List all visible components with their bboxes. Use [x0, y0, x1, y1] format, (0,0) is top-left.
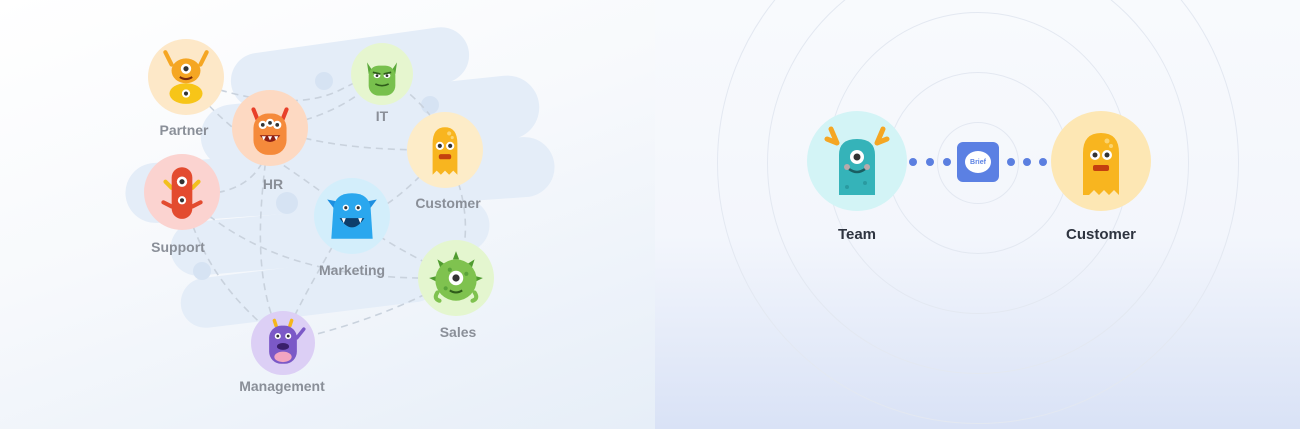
support-avatar[interactable]	[144, 154, 220, 230]
marketing-label: Marketing	[318, 262, 386, 278]
partner-avatar[interactable]	[148, 39, 224, 115]
team-avatar[interactable]	[807, 111, 907, 211]
connector-dot	[943, 158, 951, 166]
support-label: Support	[151, 239, 205, 255]
management-avatar[interactable]	[251, 311, 315, 375]
red-monster-icon	[161, 167, 203, 219]
orange-monster-icon	[251, 107, 289, 155]
marketing-avatar[interactable]	[314, 178, 390, 254]
yellow-stacked-monster-icon	[163, 50, 209, 104]
yellow-blob-monster-icon	[1083, 133, 1119, 195]
green-horned-monster-icon	[367, 62, 397, 96]
sales-label: Sales	[439, 324, 477, 340]
purple-monster-icon	[269, 318, 306, 364]
team-network-panel: Partner HR IT Customer Support Marketing…	[0, 0, 655, 429]
yellow-blob-monster-icon	[432, 127, 458, 175]
brief-chat-icon[interactable]: Brief	[957, 142, 999, 182]
ring	[717, 0, 1239, 424]
green-spiky-monster-icon	[429, 251, 483, 303]
it-avatar[interactable]	[351, 43, 413, 105]
sales-avatar[interactable]	[418, 240, 494, 316]
blue-monster-icon	[327, 193, 377, 239]
connector-dot	[909, 158, 917, 166]
connector-dot	[1023, 158, 1031, 166]
management-label: Management	[239, 378, 325, 394]
customer-avatar[interactable]	[407, 112, 483, 188]
teal-antler-monster-icon	[824, 126, 890, 195]
brief-label: Brief	[965, 151, 991, 173]
flow-customer-avatar[interactable]	[1051, 111, 1151, 211]
team-customer-panel: Team Brief Customer	[655, 0, 1300, 429]
connector-dot	[1007, 158, 1015, 166]
team-label: Team	[837, 226, 877, 243]
connector-dot	[1039, 158, 1047, 166]
customer-label: Customer	[415, 195, 481, 211]
hr-avatar[interactable]	[232, 90, 308, 166]
flow-customer-label: Customer	[1065, 226, 1136, 243]
connector-dot	[926, 158, 934, 166]
